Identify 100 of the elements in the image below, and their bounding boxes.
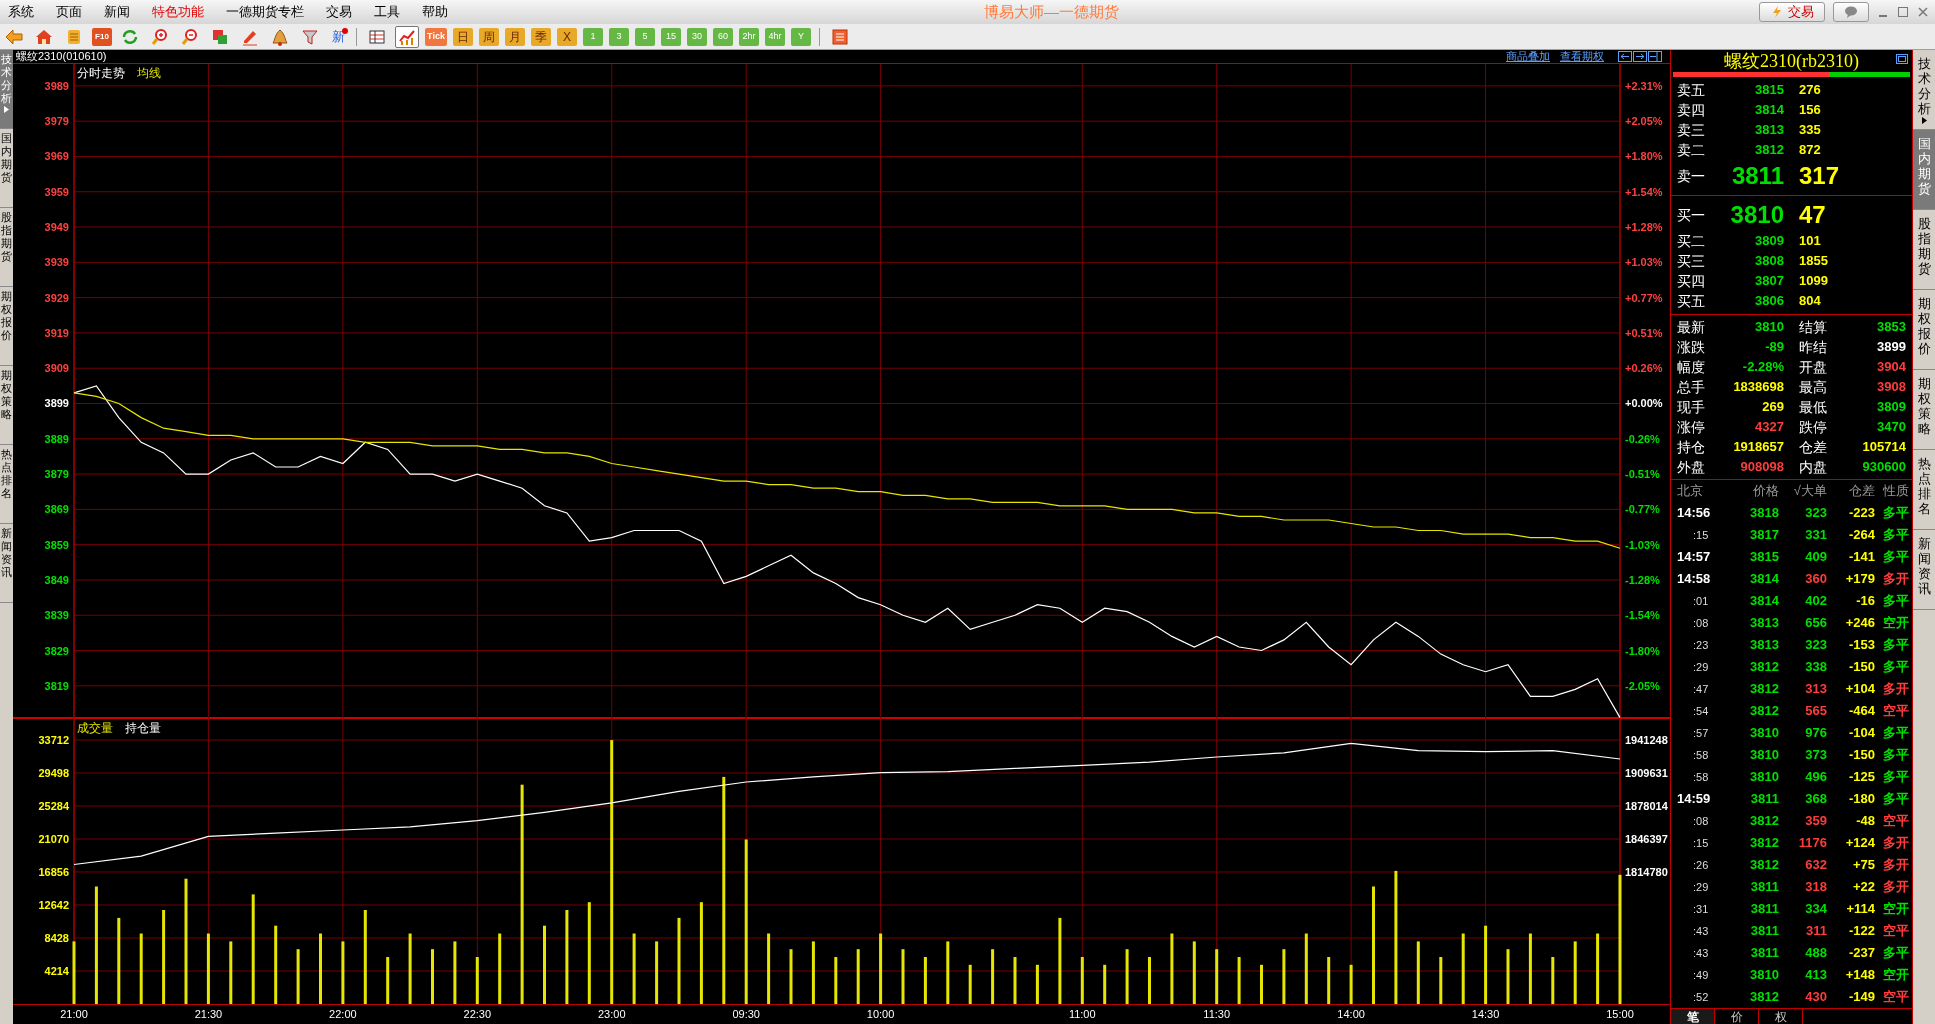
stat-value: 3904 [1876, 358, 1906, 377]
volume-bar [811, 941, 815, 1004]
change-cell-text: -141 [1847, 548, 1875, 567]
link[interactable]: 查看期权 [1560, 48, 1604, 65]
axis-label: 3829 [44, 644, 69, 657]
book-label: 买三 [1677, 251, 1706, 271]
nature-cell-text: 多开 [1883, 570, 1909, 589]
price-cell-text: 3813 [1749, 614, 1779, 633]
axis-label: 3909 [44, 362, 69, 375]
book-label: 买四 [1677, 271, 1706, 291]
time-cell-text: :31 [1693, 901, 1710, 917]
menu-item[interactable]: 特色功能 [152, 2, 204, 22]
stat-value: 3470 [1876, 418, 1906, 437]
change-cell-text: -125 [1847, 768, 1875, 787]
price-cell-text: 3812 [1749, 856, 1779, 875]
time-cell-text: 14:58 [1677, 570, 1712, 589]
menu-item[interactable]: 一德期货专栏 [226, 2, 304, 22]
maximize-icon[interactable] [1897, 6, 1909, 18]
volume-bar [946, 941, 950, 1004]
axis-label: 4214 [44, 965, 69, 977]
period-button[interactable]: 月 [505, 27, 525, 46]
link[interactable]: 商品叠加 [1506, 48, 1550, 65]
volume-bar [1282, 949, 1286, 1004]
chat-button[interactable] [1833, 2, 1869, 22]
period-button[interactable]: X [557, 27, 577, 46]
right-arrow-icon[interactable] [1633, 51, 1647, 62]
volume-bar [767, 933, 771, 1004]
stat-value: 269 [1761, 398, 1784, 417]
price-cell-text: 3810 [1749, 768, 1779, 787]
period-button[interactable]: 周 [479, 27, 499, 46]
close-icon[interactable] [1917, 6, 1929, 18]
nature-cell-text: 多平 [1883, 636, 1909, 655]
volume-bar [789, 949, 793, 1004]
period-button[interactable]: 日 [453, 27, 473, 46]
price-cell-text: 3812 [1749, 658, 1779, 677]
nature-cell-text: 空平 [1883, 702, 1909, 721]
stat-value: 105714 [1861, 438, 1906, 457]
volume-cell-text: 488 [1804, 944, 1827, 963]
menu-item[interactable]: 系统 [8, 2, 34, 22]
stat-label: 外盘 [1677, 457, 1706, 477]
panel-icon[interactable] [1648, 51, 1662, 62]
volume-cell-text: 318 [1804, 878, 1827, 897]
axis-label: +1.54% [1625, 185, 1663, 198]
axis-label: +0.51% [1625, 326, 1663, 339]
price-value: 3812 [1754, 141, 1784, 160]
back-arrow-icon [5, 27, 23, 46]
volume-bar [1035, 964, 1039, 1004]
volume-value: 1855 [1799, 252, 1828, 271]
axis-label: 29498 [38, 767, 69, 779]
volume-bar [139, 933, 143, 1004]
price-value: 3811 [1730, 161, 1784, 191]
filter-icon [301, 27, 319, 46]
overlapping-squares-icon [211, 27, 229, 46]
change-cell-text: -464 [1847, 702, 1875, 721]
volume-bar [408, 933, 412, 1004]
axis-label: 22:00 [329, 1008, 357, 1020]
axis-label: 8428 [44, 932, 69, 944]
menu-item[interactable]: 工具 [374, 2, 400, 22]
axis-label: 14:00 [1337, 1008, 1365, 1020]
bottom-tab[interactable]: 笔 [1671, 1009, 1715, 1024]
line-chart-button[interactable] [395, 25, 419, 48]
volume-cell-text: 313 [1804, 680, 1827, 699]
axis-label: 1878014 [1625, 800, 1668, 812]
left-arrow-icon[interactable] [1618, 51, 1632, 62]
axis-label: +0.00% [1625, 397, 1663, 410]
period-button[interactable]: 季 [531, 27, 551, 46]
menu-item[interactable]: 新闻 [104, 2, 130, 22]
nature-cell-text: 多平 [1883, 746, 1909, 765]
trade-button[interactable]: 交易 [1759, 2, 1825, 22]
window-icon[interactable] [1896, 54, 1908, 64]
stat-value: 930600 [1861, 458, 1906, 477]
new-button[interactable]: 新 [328, 27, 348, 46]
stat-value: 3853 [1876, 318, 1906, 337]
menu-item[interactable]: 页面 [56, 2, 82, 22]
axis-label: -1.54% [1625, 609, 1660, 622]
volume-bar [1551, 957, 1555, 1004]
nature-cell-text: 多平 [1883, 944, 1909, 963]
menu-item[interactable]: 交易 [326, 2, 352, 22]
axis-label: 3819 [44, 679, 69, 692]
nature-cell-text: 空开 [1883, 614, 1909, 633]
axis-label: 12642 [38, 899, 69, 911]
volume-cell-text: 368 [1804, 790, 1827, 809]
price-cell-text: 3814 [1749, 570, 1779, 589]
axis-label: 10:00 [866, 1008, 895, 1020]
side-tab[interactable]: 新闻资讯 [0, 524, 13, 603]
change-cell-text: -264 [1847, 526, 1875, 545]
book-label: 卖五 [1677, 80, 1706, 100]
menu-item[interactable]: 帮助 [422, 2, 448, 22]
side-tab[interactable]: 国内期货 [1913, 130, 1935, 210]
side-tab[interactable]: 技术分析 [0, 50, 13, 129]
volume-bar [1237, 957, 1241, 1004]
axis-label: 3949 [44, 221, 69, 234]
volume-value: 47 [1799, 200, 1826, 230]
price-cell-text: 3811 [1749, 878, 1779, 897]
f10-button[interactable]: F10 [92, 27, 112, 46]
volume-value: 276 [1799, 81, 1821, 100]
stat-label: 结算 [1799, 317, 1828, 337]
price-cell-text: 3810 [1749, 724, 1779, 743]
time-cell-text: :08 [1693, 615, 1710, 631]
volume-bar [991, 949, 995, 1004]
